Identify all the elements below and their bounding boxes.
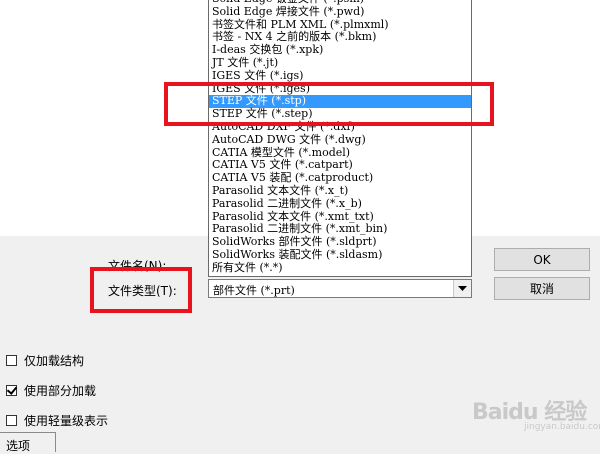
filetype-label: 文件类型(T):: [108, 284, 177, 298]
filename-label: 文件名(N):: [108, 259, 167, 273]
file-type-option[interactable]: AutoCAD DWG 文件 (*.dwg): [209, 133, 471, 147]
checkbox-row-structure-only[interactable]: 仅加载结构: [6, 352, 84, 369]
file-type-option[interactable]: IGES 文件 (*.igs): [209, 69, 471, 83]
checkbox-lightweight[interactable]: [6, 415, 17, 426]
watermark-sub: jingyan.baidu.com: [524, 422, 600, 432]
chevron-down-icon[interactable]: [453, 280, 471, 297]
checkbox-row-lightweight[interactable]: 使用轻量级表示: [6, 412, 108, 429]
checkbox-row-partial-load[interactable]: 使用部分加载: [6, 382, 96, 399]
file-type-option[interactable]: AutoCAD DXF 文件 (*.dxf): [209, 120, 471, 134]
checkbox-structure-only[interactable]: [6, 355, 17, 366]
tab-options[interactable]: 选项: [0, 432, 56, 453]
file-type-option[interactable]: JT 文件 (*.jt): [209, 56, 471, 70]
cancel-button[interactable]: 取消: [494, 277, 590, 300]
filetype-select-value: 部件文件 (*.prt): [213, 284, 295, 297]
ok-button-label: OK: [533, 252, 551, 267]
file-type-option[interactable]: Parasolid 二进制文件 (*.x_b): [209, 197, 471, 211]
ok-button[interactable]: OK: [494, 248, 590, 271]
file-type-dropdown-list[interactable]: Solid Edge 钣金文件 (*.psm)Solid Edge 焊接文件 (…: [208, 0, 472, 277]
file-type-option[interactable]: 所有文件 (*.*): [209, 261, 471, 275]
tab-options-label: 选项: [6, 439, 31, 453]
file-type-option[interactable]: Parasolid 文本文件 (*.x_t): [209, 184, 471, 198]
checkbox-partial-load-label: 使用部分加载: [24, 384, 97, 398]
baidu-watermark: Baidu 经验 jingyan.baidu.com: [452, 388, 600, 438]
file-type-option[interactable]: SolidWorks 装配文件 (*.sldasm): [209, 248, 471, 262]
checkbox-partial-load[interactable]: [6, 385, 17, 396]
cancel-button-label: 取消: [529, 282, 554, 296]
checkbox-structure-only-label: 仅加载结构: [24, 354, 85, 368]
filetype-select[interactable]: 部件文件 (*.prt): [208, 279, 472, 298]
file-type-option[interactable]: Solid Edge 焊接文件 (*.pwd): [209, 5, 471, 19]
checkbox-lightweight-label: 使用轻量级表示: [24, 414, 109, 428]
